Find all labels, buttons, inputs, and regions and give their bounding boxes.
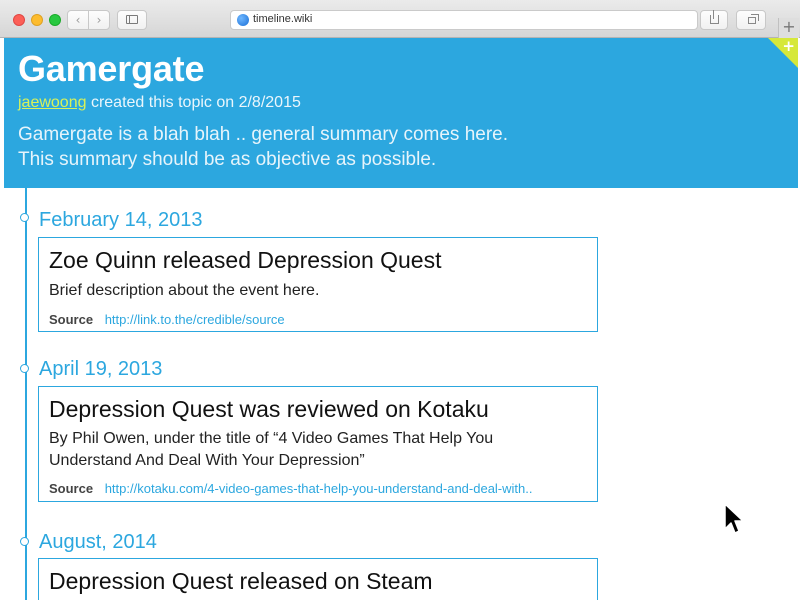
timeline-dot — [20, 537, 29, 546]
source-label: Source — [49, 312, 94, 327]
plus-icon: + — [782, 37, 795, 55]
event-date: February 14, 2013 — [39, 209, 203, 231]
sidebar-toggle-button[interactable] — [117, 10, 147, 30]
event-description: By Phil Owen, under the title of “4 Vide… — [49, 430, 494, 469]
source-link[interactable]: http://link.to.the/credible/source — [105, 312, 285, 327]
event-date: April 19, 2013 — [39, 358, 163, 380]
created-text: created this topic on 2/8/2015 — [86, 94, 301, 111]
new-tab-button[interactable]: + — [778, 18, 799, 38]
event-title: Depression Quest was reviewed on Kotaku — [49, 396, 489, 422]
share-icon — [710, 10, 719, 24]
event-title: Depression Quest released on Steam — [49, 568, 433, 594]
topic-header: Gamergate jaewoong created this topic on… — [4, 37, 798, 188]
page-title: Gamergate — [18, 48, 205, 89]
event-description: Brief description about the event here. — [49, 282, 320, 299]
url-text: timeline.wiki — [253, 13, 313, 25]
maximize-window-button[interactable] — [49, 14, 61, 26]
source-label: Source — [49, 481, 94, 496]
event-date: August, 2014 — [39, 531, 157, 553]
topic-byline: jaewoong created this topic on 2/8/2015 — [18, 94, 301, 112]
event-source: Source http://kotaku.com/4-video-games-t… — [49, 481, 532, 496]
globe-icon — [237, 14, 249, 26]
timeline-dot — [20, 213, 29, 222]
tabs-icon — [748, 14, 759, 24]
mouse-cursor-icon — [724, 503, 744, 534]
browser-toolbar: ‹ › timeline.wiki — [0, 0, 800, 38]
address-bar[interactable]: timeline.wiki — [230, 10, 698, 30]
close-window-button[interactable] — [13, 14, 25, 26]
forward-button[interactable]: › — [88, 10, 110, 30]
browser-window: ‹ › timeline.wiki + Gamergate jaewoong c… — [0, 0, 800, 600]
source-link[interactable]: http://kotaku.com/4-video-games-that-hel… — [105, 481, 533, 496]
event-title: Zoe Quinn released Depression Quest — [49, 247, 442, 273]
event-card: Zoe Quinn released Depression Quest Brie… — [38, 237, 598, 332]
event-card: Depression Quest was reviewed on Kotaku … — [38, 386, 598, 502]
sidebar-icon — [126, 15, 138, 24]
minimize-window-button[interactable] — [31, 14, 43, 26]
timeline-dot — [20, 364, 29, 373]
summary-line: Gamergate is a blah blah .. general summ… — [18, 124, 509, 145]
summary-line: This summary should be as objective as p… — [18, 149, 437, 170]
event-source: Source http://link.to.the/credible/sourc… — [49, 312, 285, 327]
author-link[interactable]: jaewoong — [18, 94, 87, 111]
share-button[interactable] — [700, 10, 728, 30]
event-card: Depression Quest released on Steam — [38, 558, 598, 600]
topic-summary: Gamergate is a blah blah .. general summ… — [18, 122, 618, 172]
back-button[interactable]: ‹ — [67, 10, 89, 30]
show-tabs-button[interactable] — [736, 10, 766, 30]
